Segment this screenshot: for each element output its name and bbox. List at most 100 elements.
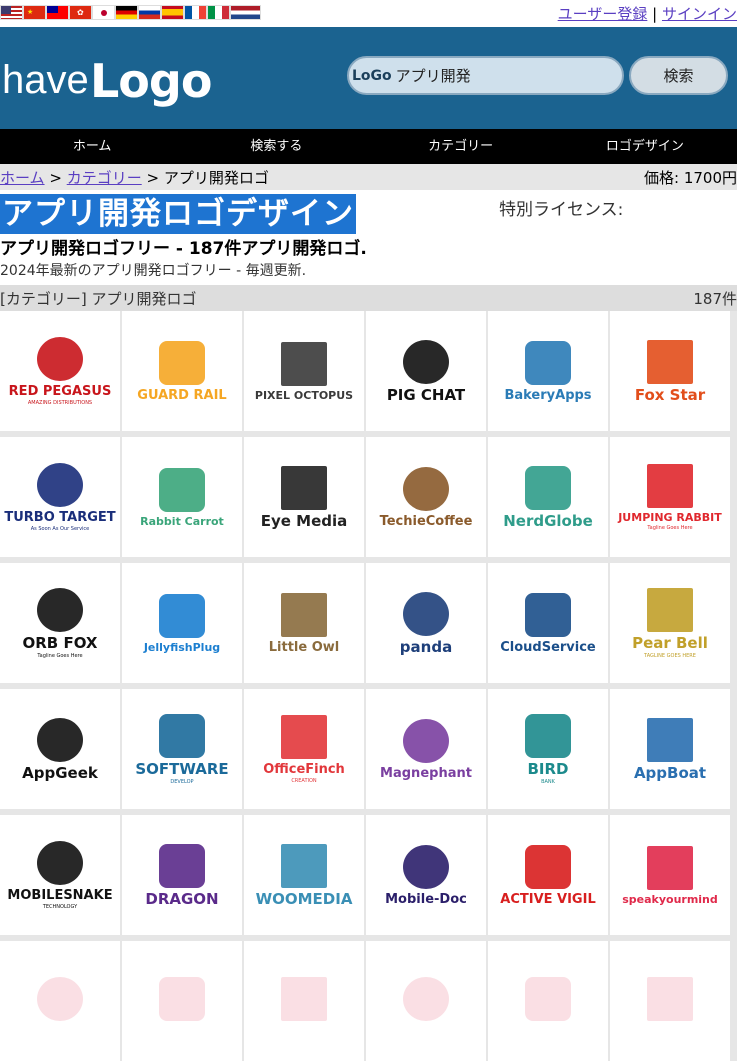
- logo-name: DRAGON: [145, 889, 219, 908]
- logo-tile[interactable]: [366, 941, 486, 1061]
- logo-tagline: As Soon As Our Service: [30, 525, 90, 532]
- magnet-icon: [403, 718, 449, 763]
- logo-tile[interactable]: Rabbit Carrot: [122, 437, 242, 557]
- ru-flag-icon[interactable]: [138, 5, 161, 20]
- logo-tile[interactable]: Magnephant: [366, 689, 486, 809]
- search-input[interactable]: [395, 66, 616, 85]
- panda-icon: [403, 591, 449, 636]
- logo-name: JUMPING RABBIT: [618, 510, 722, 524]
- logo-name: Rabbit Carrot: [140, 514, 224, 528]
- hk-flag-icon[interactable]: ✿: [69, 5, 92, 20]
- nav-home[interactable]: ホーム: [0, 129, 184, 164]
- logo-tile[interactable]: [244, 941, 364, 1061]
- logo-name: JellyfishPlug: [143, 640, 221, 654]
- jp-flag-icon[interactable]: [92, 5, 115, 20]
- logo-tile[interactable]: Pear Bell TAGLINE GOES HERE: [610, 563, 730, 683]
- cloud-knot-icon: [525, 592, 571, 637]
- placeholder-icon: [159, 977, 205, 1021]
- logo-name: Eye Media: [260, 511, 348, 530]
- logo-tile[interactable]: NerdGlobe: [488, 437, 608, 557]
- nav-search[interactable]: 検索する: [184, 129, 368, 164]
- logo-tagline: Tagline Goes Here: [37, 652, 83, 659]
- tw-flag-icon[interactable]: [46, 5, 69, 20]
- logo-tile[interactable]: [0, 941, 120, 1061]
- main-nav: ホーム 検索する カテゴリー ロゴデザイン: [0, 129, 737, 164]
- logo-name: speakyourmind: [622, 892, 718, 906]
- dragon-icon: [159, 843, 205, 888]
- nav-categories[interactable]: カテゴリー: [369, 129, 553, 164]
- logo-tile[interactable]: SOFTWARE DEVELOP: [122, 689, 242, 809]
- price-label: 価格: 1700円: [644, 169, 737, 187]
- logo-tile[interactable]: Little Owl: [244, 563, 364, 683]
- finch-icon: [281, 714, 327, 759]
- wolf-icon: [281, 843, 327, 888]
- title-row: アプリ開発ロゴデザイン 特別ライセンス:: [0, 190, 737, 238]
- logo-tile[interactable]: JUMPING RABBIT Tagline Goes Here: [610, 437, 730, 557]
- logo-grid: RED PEGASUS AMAZING DISTRIBUTIONS GUARD RA…: [0, 311, 737, 1061]
- logo-tagline: Tagline Goes Here: [647, 524, 693, 531]
- logo-tile[interactable]: TechieCoffee: [366, 437, 486, 557]
- logo-name: TechieCoffee: [379, 513, 473, 529]
- site-logo[interactable]: have Logo: [2, 41, 217, 125]
- logo-tile[interactable]: Eye Media: [244, 437, 364, 557]
- fr-flag-icon[interactable]: [184, 5, 207, 20]
- breadcrumb-category[interactable]: カテゴリー: [67, 169, 142, 187]
- es-flag-icon[interactable]: [161, 5, 184, 20]
- logo-tile[interactable]: AppBoat: [610, 689, 730, 809]
- logo-tile[interactable]: ORB FOX Tagline Goes Here: [0, 563, 120, 683]
- logo-tile[interactable]: GUARD RAIL: [122, 311, 242, 431]
- logo-tile[interactable]: JellyfishPlug: [122, 563, 242, 683]
- logo-tile[interactable]: Fox Star: [610, 311, 730, 431]
- breadcrumb-home[interactable]: ホーム: [0, 169, 45, 187]
- logo-name: panda: [399, 637, 453, 656]
- logo-tile[interactable]: MOBILESNAKE TECHNOLOGY: [0, 815, 120, 935]
- logo-tile[interactable]: Mobile-Doc: [366, 815, 486, 935]
- placeholder-icon: [281, 977, 327, 1021]
- logo-tile[interactable]: BIRD BANK: [488, 689, 608, 809]
- logo-tile[interactable]: [122, 941, 242, 1061]
- chat-bubble-icon: [403, 339, 449, 384]
- de-flag-icon[interactable]: [115, 5, 138, 20]
- register-link[interactable]: ユーザー登録: [558, 5, 648, 23]
- us-flag-icon[interactable]: [0, 5, 23, 20]
- logo-tile[interactable]: PIXEL OCTOPUS: [244, 311, 364, 431]
- placeholder-icon: [525, 977, 571, 1021]
- nl-flag-icon[interactable]: [230, 5, 261, 20]
- logo-tile[interactable]: RED PEGASUS AMAZING DISTRIBUTIONS: [0, 311, 120, 431]
- logo-tile[interactable]: CloudService: [488, 563, 608, 683]
- logo-tile[interactable]: ACTIVE VIGIL: [488, 815, 608, 935]
- logo-name: AppBoat: [633, 763, 707, 782]
- logo-tile[interactable]: DRAGON: [122, 815, 242, 935]
- logo-name: Magnephant: [380, 765, 472, 781]
- geek-icon: [37, 717, 83, 762]
- snake-icon: [37, 840, 83, 885]
- logo-tile[interactable]: [610, 941, 730, 1061]
- cn-flag-icon[interactable]: ★: [23, 5, 46, 20]
- logo-tile[interactable]: panda: [366, 563, 486, 683]
- logo-tile[interactable]: PIG CHAT: [366, 311, 486, 431]
- logo-tile[interactable]: BakeryApps: [488, 311, 608, 431]
- svg-text:have: have: [2, 58, 89, 102]
- logo-tile[interactable]: OfficeFinch CREATION: [244, 689, 364, 809]
- logo-name: MOBILESNAKE: [7, 887, 113, 903]
- signin-link[interactable]: サインイン: [662, 5, 737, 23]
- target-icon: [37, 462, 83, 507]
- logo-tile[interactable]: [488, 941, 608, 1061]
- placeholder-icon: [647, 977, 693, 1021]
- page-title: アプリ開発ロゴデザイン: [0, 194, 356, 234]
- logo-tagline: DEVELOP: [170, 778, 194, 785]
- fox-icon: [647, 339, 693, 384]
- breadcrumb-current: アプリ開発ロゴ: [163, 169, 269, 187]
- logo-tagline: CREATION: [291, 777, 317, 784]
- havelogo-logo-icon: have Logo: [2, 54, 212, 108]
- nav-logo-design[interactable]: ロゴデザイン: [553, 129, 737, 164]
- octopus-icon: [281, 341, 327, 386]
- logo-tile[interactable]: TURBO TARGET As Soon As Our Service: [0, 437, 120, 557]
- logo-tagline: AMAZING DISTRIBUTIONS: [27, 399, 93, 406]
- logo-tile[interactable]: AppGeek: [0, 689, 120, 809]
- logo-tile[interactable]: speakyourmind: [610, 815, 730, 935]
- it-flag-icon[interactable]: [207, 5, 230, 20]
- search-button[interactable]: 検索: [629, 56, 728, 95]
- logo-tile[interactable]: WOOMEDIA: [244, 815, 364, 935]
- category-label: [カテゴリー] アプリ開発ロゴ: [0, 290, 197, 308]
